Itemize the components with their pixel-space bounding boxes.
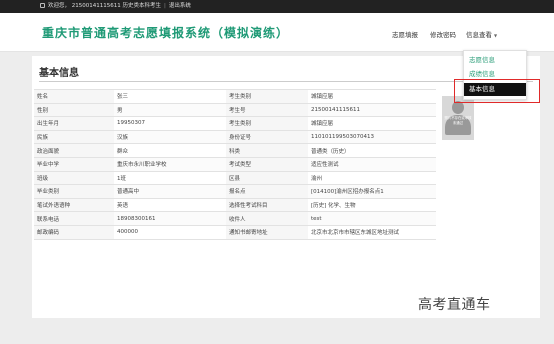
field-value: 适应性测试: [308, 156, 436, 172]
field-value: [014100]渝州区招办报名点1: [308, 184, 436, 199]
field-label: 性别: [34, 102, 114, 118]
field-label: 笔试外语语种: [34, 197, 114, 213]
field-label: 班级: [34, 170, 114, 186]
site-title: 重庆市普通高考志愿填报系统（模拟演练）: [42, 26, 290, 40]
field-value: 城镇应届: [308, 116, 436, 131]
field-label: 考试类型: [226, 156, 308, 172]
field-value: [历史] 化学、生物: [308, 197, 436, 213]
field-value: 18908300161: [114, 211, 226, 226]
user-icon: [40, 3, 45, 8]
field-label: 毕业类别: [34, 184, 114, 199]
caret-down-icon: ▼: [494, 33, 498, 38]
field-value: 400000: [114, 224, 226, 240]
field-value: 21500141115611: [308, 102, 436, 118]
info-row: 班级 1班 区县 渝州: [34, 170, 436, 186]
info-row: 政治面貌 群众 科类 普通类（历史）: [34, 143, 436, 158]
info-row: 姓名 张三 考生类别 城镇应届: [34, 89, 436, 104]
field-value: 城镇应届: [308, 89, 436, 104]
field-label: 报名点: [226, 184, 308, 199]
page-title: 基本信息: [39, 68, 79, 79]
field-value: 1班: [114, 170, 226, 186]
info-row: 毕业类别 普通高中 报名点 [014100]渝州区招办报名点1: [34, 184, 436, 199]
info-row: 出生年月 19950307 考生类别 城镇应届: [34, 116, 436, 131]
field-value: 英语: [114, 197, 226, 213]
photo-placeholder-text: 照片不存在或审核未通过: [444, 116, 472, 125]
field-value: 19950307: [114, 116, 226, 131]
field-value: 汉族: [114, 129, 226, 145]
field-label: 收件人: [226, 211, 308, 226]
field-value: test: [308, 211, 436, 226]
info-table: 姓名 张三 考生类别 城镇应届 性别男考生号 21500141115611 出生年月 1995…: [34, 89, 436, 240]
field-label: 邮政编码: [34, 224, 114, 240]
field-label: 姓名: [34, 89, 114, 104]
nav-info-view-label: 信息查看: [466, 31, 492, 39]
field-label: 联系电话: [34, 211, 114, 226]
field-value: 北京市北京市市辖区东城区地址测试: [308, 224, 436, 240]
field-value: 渝州: [308, 170, 436, 186]
field-label: 考生类别: [226, 116, 308, 131]
info-row: 邮政编码 400000 通知书邮寄地址 北京市北京市市辖区东城区地址测试: [34, 224, 436, 240]
top-bar: 欢迎您， 21500141115611 历史类本科考生 | 退出系统: [0, 0, 554, 13]
highlight-box: [454, 79, 540, 103]
field-label: 考生号: [226, 102, 308, 118]
nav-info-view[interactable]: 信息查看 ▼: [466, 29, 497, 39]
info-row: 联系电话 18908300161 收件人 test: [34, 211, 436, 226]
field-label: 身份证号: [226, 129, 308, 145]
field-label: 毕业中学: [34, 156, 114, 172]
field-label: 区县: [226, 170, 308, 186]
field-value: 男: [114, 102, 226, 118]
info-row: 性别男考生号 21500141115611: [34, 102, 436, 118]
watermark: 高考直通车: [418, 297, 491, 313]
field-value: 110101199503070413: [308, 129, 436, 145]
menu-item-volunteer-info[interactable]: 志愿信息: [464, 54, 526, 67]
user-info: 21500141115611 历史类本科考生: [71, 3, 162, 9]
nav-change-password[interactable]: 修改密码: [430, 29, 456, 39]
field-label: 科类: [226, 143, 308, 158]
field-value: 张三: [114, 89, 226, 104]
info-row: 毕业中学 重庆市永川职业学校 考试类型 适应性测试: [34, 156, 436, 172]
welcome-text: 欢迎您，: [48, 3, 71, 9]
field-value: 普通类（历史）: [308, 143, 436, 158]
header: 重庆市普通高考志愿填报系统（模拟演练） 志愿填报 修改密码 信息查看 ▼: [0, 13, 554, 52]
nav-volunteer-fill[interactable]: 志愿填报: [392, 29, 418, 39]
field-label: 出生年月: [34, 116, 114, 131]
field-label: 通知书邮寄地址: [226, 224, 308, 240]
field-label: 选择性考试科目: [226, 197, 308, 213]
divider: |: [164, 3, 166, 9]
logout-link[interactable]: 退出系统: [169, 3, 191, 9]
field-value: 普通高中: [114, 184, 226, 199]
field-label: 政治面貌: [34, 143, 114, 158]
field-label: 民族: [34, 129, 114, 145]
field-value: 重庆市永川职业学校: [114, 156, 226, 172]
info-row: 民族 汉族 身份证号 110101199503070413: [34, 129, 436, 145]
field-label: 考生类别: [226, 89, 308, 104]
info-row: 笔试外语语种 英语 选择性考试科目 [历史] 化学、生物: [34, 197, 436, 213]
field-value: 群众: [114, 143, 226, 158]
